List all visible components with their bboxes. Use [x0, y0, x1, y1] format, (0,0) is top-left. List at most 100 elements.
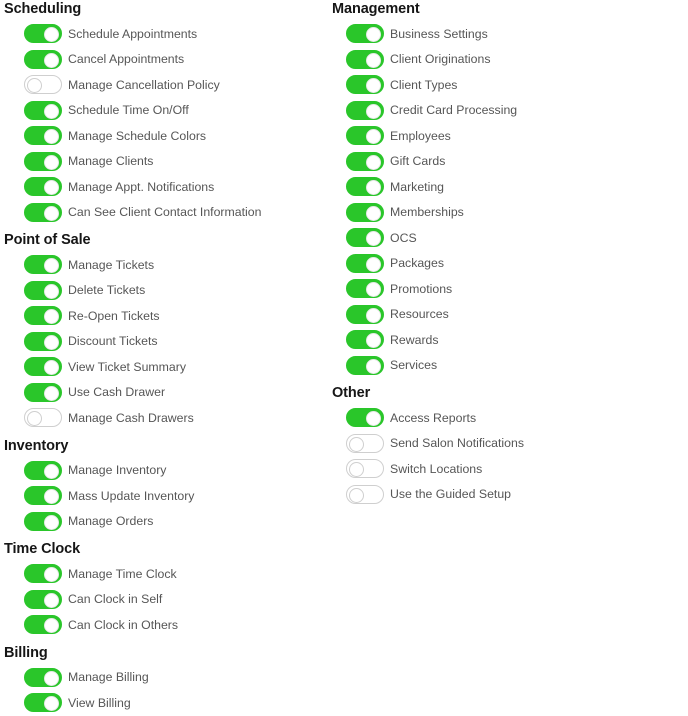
toggle-can-clock-in-others[interactable] [24, 615, 62, 635]
toggle-manage-tickets[interactable] [24, 255, 62, 275]
permission-row: Marketing [332, 174, 688, 200]
toggle-knob-icon [44, 52, 59, 68]
toggle-business-settings[interactable] [346, 24, 384, 44]
toggle-view-ticket-summary[interactable] [24, 357, 62, 377]
permission-row: OCS [332, 225, 688, 251]
toggle-knob-icon [44, 154, 59, 170]
toggle-knob-icon [349, 487, 364, 503]
toggle-gift-cards[interactable] [346, 151, 384, 171]
permission-label-mass-update-inventory: Mass Update Inventory [68, 488, 195, 503]
toggle-knob-icon [366, 27, 381, 43]
toggle-packages[interactable] [346, 253, 384, 273]
toggle-rewards[interactable] [346, 330, 384, 350]
permission-row: Manage Tickets [0, 252, 330, 278]
permissions-column-right: Management Business Settings Client Origin… [332, 0, 688, 507]
permission-row: Manage Appt. Notifications [0, 174, 330, 200]
permission-label-services: Services [390, 358, 438, 373]
permission-label-marketing: Marketing [390, 179, 444, 194]
toggle-knob-icon [44, 592, 59, 608]
toggle-manage-cancellation-policy[interactable] [24, 75, 62, 95]
permission-label-client-types: Client Types [390, 77, 458, 92]
toggle-client-originations[interactable] [346, 49, 384, 69]
toggle-knob-icon [366, 78, 381, 94]
permission-label-delete-tickets: Delete Tickets [68, 283, 146, 298]
permission-row: Use Cash Drawer [0, 380, 330, 406]
toggle-knob-icon [44, 103, 59, 119]
toggle-re-open-tickets[interactable] [24, 306, 62, 326]
toggle-resources[interactable] [346, 304, 384, 324]
toggle-use-the-guided-setup[interactable] [346, 484, 384, 504]
toggle-schedule-time-on-off[interactable] [24, 100, 62, 120]
permission-row: Switch Locations [332, 456, 688, 482]
permission-label-business-settings: Business Settings [390, 26, 488, 41]
toggle-cancel-appointments[interactable] [24, 49, 62, 69]
permission-label-schedule-time-on-off: Schedule Time On/Off [68, 103, 189, 118]
toggle-use-cash-drawer[interactable] [24, 382, 62, 402]
section-header-management: Management [332, 1, 420, 17]
permission-row: Send Salon Notifications [332, 431, 688, 457]
toggle-knob-icon [44, 567, 59, 583]
permission-row: Discount Tickets [0, 329, 330, 355]
toggle-employees[interactable] [346, 126, 384, 146]
permission-row: Cancel Appointments [0, 47, 330, 73]
toggle-knob-icon [44, 618, 59, 634]
toggle-send-salon-notifications[interactable] [346, 433, 384, 453]
toggle-manage-inventory[interactable] [24, 460, 62, 480]
permission-label-manage-schedule-colors: Manage Schedule Colors [68, 128, 207, 143]
permission-row: Manage Schedule Colors [0, 123, 330, 149]
permission-row: Manage Inventory [0, 458, 330, 484]
permission-section-inventory: Inventory Manage Inventory Mass Update Inv… [0, 437, 330, 535]
toggle-discount-tickets[interactable] [24, 331, 62, 351]
section-header-point-of-sale: Point of Sale [4, 232, 91, 248]
toggle-manage-cash-drawers[interactable] [24, 408, 62, 428]
toggle-knob-icon [366, 129, 381, 145]
toggle-manage-clients[interactable] [24, 151, 62, 171]
permission-section-point-of-sale: Point of Sale Manage Tickets Delete Ticket… [0, 231, 330, 431]
toggle-can-clock-in-self[interactable] [24, 589, 62, 609]
toggle-schedule-appointments[interactable] [24, 24, 62, 44]
permissions-grid: Scheduling Schedule Appointments Cancel Ap… [0, 0, 688, 713]
toggle-knob-icon [366, 411, 381, 427]
toggle-can-see-client-contact-information[interactable] [24, 202, 62, 222]
toggle-access-reports[interactable] [346, 408, 384, 428]
permission-row: Client Originations [332, 47, 688, 73]
toggle-knob-icon [44, 258, 59, 274]
permission-label-credit-card-processing: Credit Card Processing [390, 103, 518, 118]
permission-row: Mass Update Inventory [0, 483, 330, 509]
toggle-delete-tickets[interactable] [24, 280, 62, 300]
toggle-services[interactable] [346, 355, 384, 375]
toggle-knob-icon [366, 333, 381, 349]
toggle-knob-icon [44, 309, 59, 325]
toggle-knob-icon [44, 489, 59, 505]
toggle-manage-schedule-colors[interactable] [24, 126, 62, 146]
toggle-promotions[interactable] [346, 279, 384, 299]
toggle-manage-appt-notifications[interactable] [24, 177, 62, 197]
permission-row: Manage Cash Drawers [0, 405, 330, 431]
permission-row: Packages [332, 251, 688, 277]
permission-label-manage-orders: Manage Orders [68, 514, 154, 529]
permission-section-other: Other Access Reports Send Salon Notificati… [332, 384, 688, 507]
toggle-manage-billing[interactable] [24, 667, 62, 687]
permission-row: Use the Guided Setup [332, 482, 688, 508]
permission-label-manage-appt-notifications: Manage Appt. Notifications [68, 179, 215, 194]
permission-label-manage-inventory: Manage Inventory [68, 463, 167, 478]
permission-row: Can Clock in Self [0, 587, 330, 613]
permission-row: Business Settings [332, 21, 688, 47]
toggle-view-billing[interactable] [24, 693, 62, 713]
permission-label-cancel-appointments: Cancel Appointments [68, 52, 185, 67]
permission-label-can-clock-in-self: Can Clock in Self [68, 592, 163, 607]
permission-row: Can See Client Contact Information [0, 200, 330, 226]
toggle-switch-locations[interactable] [346, 459, 384, 479]
toggle-mass-update-inventory[interactable] [24, 486, 62, 506]
toggle-ocs[interactable] [346, 228, 384, 248]
toggle-knob-icon [349, 462, 364, 478]
toggle-memberships[interactable] [346, 202, 384, 222]
section-header-inventory: Inventory [4, 437, 69, 454]
permission-row: Manage Cancellation Policy [0, 72, 330, 98]
toggle-marketing[interactable] [346, 177, 384, 197]
permission-row: Manage Time Clock [0, 561, 330, 587]
toggle-client-types[interactable] [346, 75, 384, 95]
toggle-manage-time-clock[interactable] [24, 564, 62, 584]
toggle-manage-orders[interactable] [24, 511, 62, 531]
toggle-credit-card-processing[interactable] [346, 100, 384, 120]
